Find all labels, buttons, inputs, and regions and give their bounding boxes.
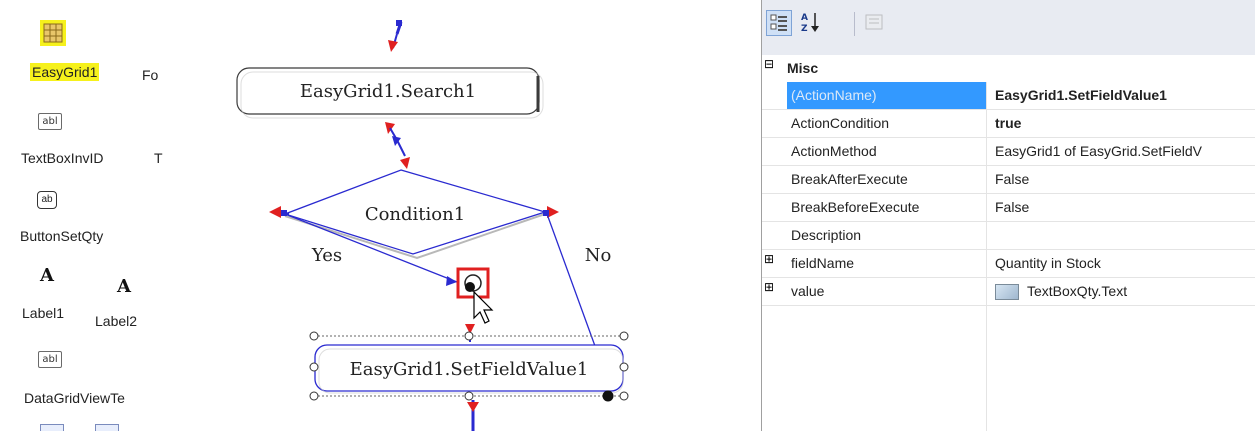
textbox-icon: abl [38,351,62,368]
collapse-icon[interactable]: ⊟ [764,58,774,70]
connector-search-to-condition [385,122,410,169]
label-icon: A [40,265,54,286]
flow-node-setfieldvalue1[interactable]: EasyGrid1.SetFieldValue1 [309,331,629,402]
flowchart-designer[interactable]: EasyGrid1.Search1 Condition1 Yes No Easy… [165,0,755,431]
connector-no-branch: No [543,206,612,347]
property-name: value [791,283,825,299]
property-name: fieldName [791,255,855,271]
property-name: (ActionName) [787,82,986,109]
property-value: TextBoxQty.Text [1027,283,1128,299]
property-name: ActionCondition [791,115,890,131]
column-divider [986,299,987,431]
toolbar-separator [854,12,855,36]
toolbox-item-buttonsetqty[interactable]: ButtonSetQty [20,228,103,244]
property-name: BreakBeforeExecute [791,199,920,215]
flow-node-label: EasyGrid1.SetFieldValue1 [350,359,589,380]
property-value[interactable]: true [986,110,1255,137]
grid-icon[interactable] [40,20,66,46]
property-row-breakafterexecute[interactable]: BreakAfterExecute False [762,166,1255,194]
flow-node-search1[interactable]: EasyGrid1.Search1 [236,67,544,119]
categorized-icon[interactable] [766,10,792,36]
property-value[interactable]: Quantity in Stock [986,250,1255,277]
property-row-description[interactable]: Description [762,222,1255,250]
svg-text:A: A [801,13,808,23]
toolbox-item-label2[interactable]: Label2 [95,313,137,329]
property-pages-icon[interactable] [862,10,888,36]
toolbox-item-fo[interactable]: Fo [142,67,158,83]
connector-out-bottom [467,400,479,431]
expand-icon[interactable]: ⊞ [764,281,774,293]
connection-point-selected[interactable] [456,267,490,299]
property-row-actionname[interactable]: (ActionName) EasyGrid1.SetFieldValue1 [762,82,1255,110]
property-name: ActionMethod [791,143,877,159]
property-row-breakbeforeexecute[interactable]: BreakBeforeExecute False [762,194,1255,222]
image-thumbnail-icon [995,284,1019,301]
property-name: BreakAfterExecute [791,171,908,187]
edge-label-yes: Yes [311,245,342,266]
property-grid: A Z ⊟ Misc (ActionName) EasyGrid1.SetFie… [761,0,1255,431]
property-grid-toolbar: A Z [762,0,1255,55]
property-table: ⊟ Misc (ActionName) EasyGrid1.SetFieldVa… [762,55,1255,306]
edge-label-no: No [585,245,612,266]
property-value[interactable]: EasyGrid1.SetFieldValue1 [986,82,1255,109]
label-icon: A [117,276,131,297]
toolbox-item-datagridviewte[interactable]: DataGridViewTe [24,390,125,406]
toolbox-item-label1[interactable]: Label1 [22,305,64,321]
flowchart-canvas: EasyGrid1.Search1 Condition1 Yes No Easy… [236,20,629,431]
toolbox-item-easygrid1[interactable]: EasyGrid1 [30,63,100,81]
sort-alpha-icon[interactable]: A Z [798,10,824,36]
toolbox-item-textboxinvid[interactable]: TextBoxInvID [21,150,103,166]
property-value[interactable]: EasyGrid1 of EasyGrid.SetFieldV [986,138,1255,165]
property-value[interactable]: False [986,166,1255,193]
button-icon: ab [37,191,57,209]
property-row-fieldname[interactable]: ⊞ fieldName Quantity in Stock [762,250,1255,278]
category-label: Misc [787,60,819,76]
property-row-actioncondition[interactable]: ActionCondition true [762,110,1255,138]
partial-icon [40,424,64,431]
connector-in-top [388,20,403,52]
category-misc[interactable]: ⊟ Misc [762,55,1255,82]
flow-node-label: EasyGrid1.Search1 [300,81,476,102]
flow-node-label: Condition1 [365,204,465,225]
toolbox-item-t[interactable]: T [154,150,163,166]
property-value-container[interactable]: TextBoxQty.Text [986,278,1255,305]
property-row-actionmethod[interactable]: ActionMethod EasyGrid1 of EasyGrid.SetFi… [762,138,1255,166]
expand-icon[interactable]: ⊞ [764,253,774,265]
toolbox-panel: EasyGrid1 Fo abl TextBoxInvID T ab Butto… [0,0,165,431]
property-name: Description [791,227,862,243]
partial-icon [95,424,119,431]
property-row-value[interactable]: ⊞ value TextBoxQty.Text [762,278,1255,306]
textbox-icon: abl [38,113,62,130]
toolbox-item-label: EasyGrid1 [30,63,100,81]
property-value[interactable] [986,222,1255,249]
property-value[interactable]: False [986,194,1255,221]
svg-text:Z: Z [801,24,808,34]
